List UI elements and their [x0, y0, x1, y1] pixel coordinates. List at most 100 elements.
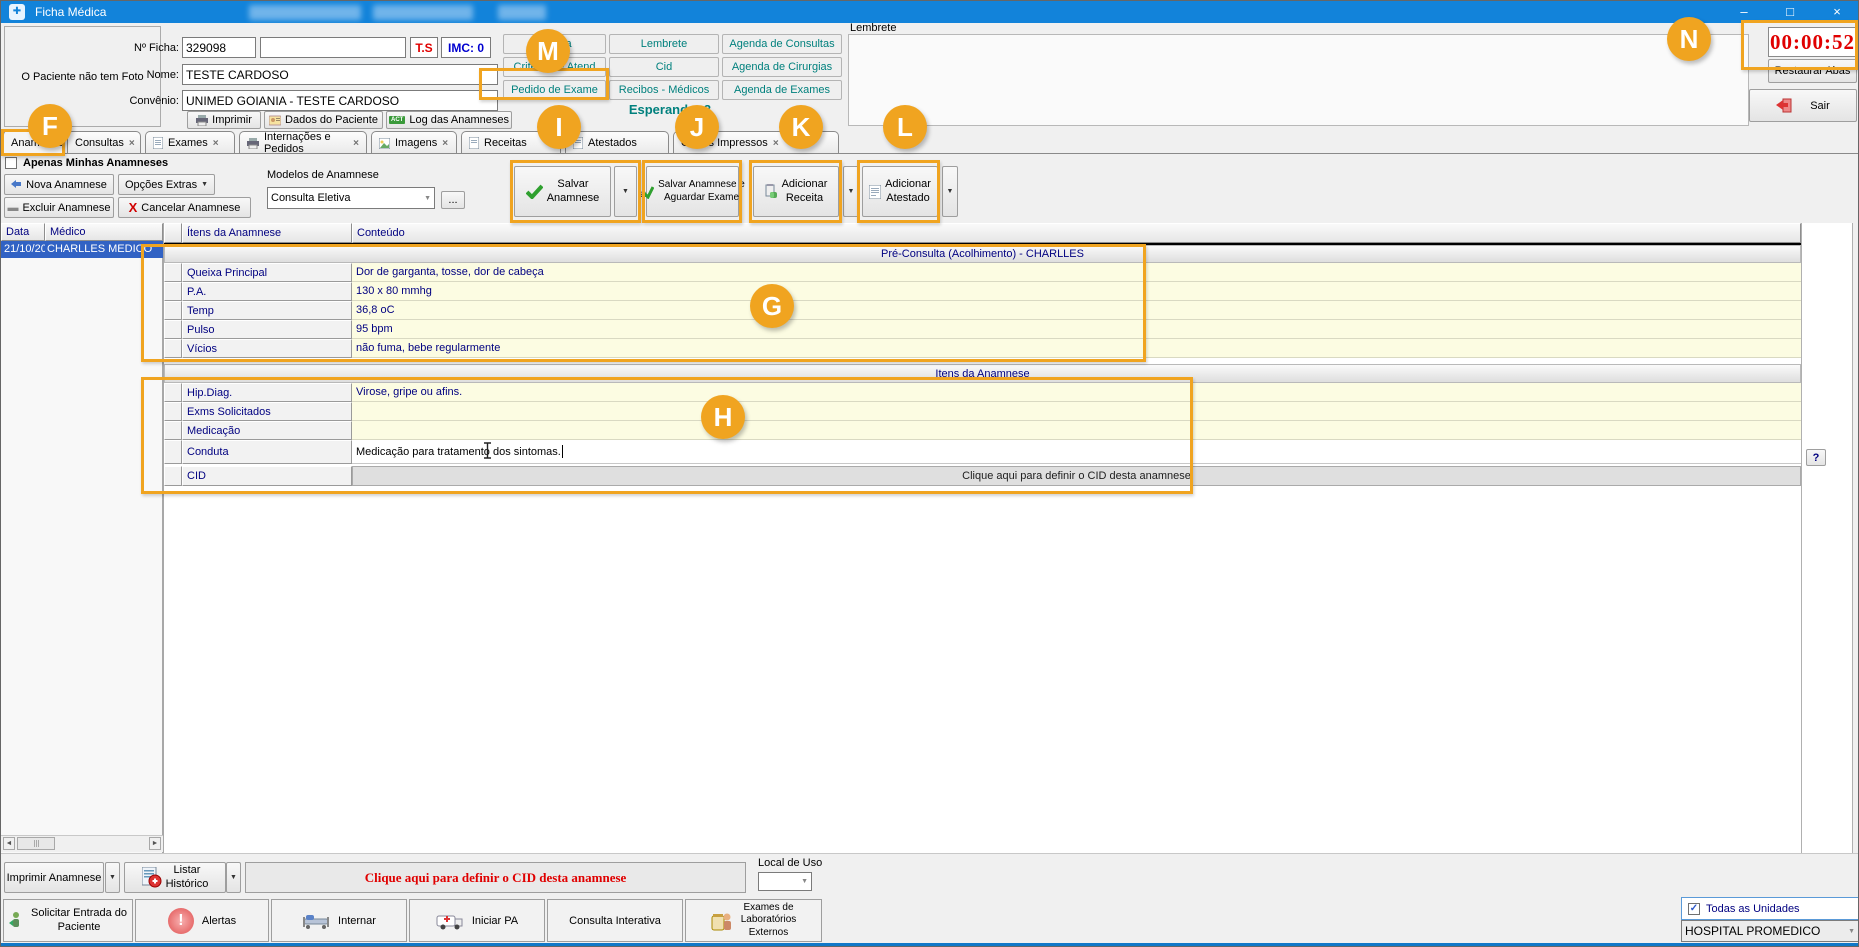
annotation-box-pedido-exame: [479, 68, 609, 100]
lembrete-button[interactable]: Lembrete: [609, 34, 719, 54]
lembrete-panel[interactable]: [848, 34, 1749, 126]
tab-close-icon[interactable]: ×: [442, 138, 448, 149]
browse-modelos-button[interactable]: ...: [441, 191, 465, 209]
annotation-box-adicionar-atestado: [857, 160, 940, 223]
lab-jar-icon: [711, 910, 733, 932]
unidade-select[interactable]: HOSPITAL PROMEDICO ▼: [1681, 920, 1859, 942]
agenda-consultas-button[interactable]: Agenda de Consultas: [722, 34, 842, 54]
chevron-down-icon: ▼: [424, 195, 431, 202]
annotation-box-timer: [1741, 20, 1858, 70]
tab-label: Receitas: [484, 137, 527, 149]
scroll-left-icon[interactable]: ◄: [3, 837, 15, 850]
iniciar-pa-button[interactable]: Iniciar PA: [409, 899, 545, 942]
modelos-label: Modelos de Anamnese: [267, 169, 379, 181]
chevron-down-icon: ▼: [1848, 928, 1855, 935]
table-col-conteudo[interactable]: Conteúdo: [352, 223, 1801, 243]
consulta-interativa-button[interactable]: Consulta Interativa: [547, 899, 683, 942]
tab-consultas[interactable]: Consultas×: [67, 131, 141, 154]
tab-atestados[interactable]: Atestados: [565, 131, 669, 154]
redacted-title-text: [498, 5, 546, 20]
nome-input[interactable]: TESTE CARDOSO: [182, 64, 498, 85]
annotation-marker-h: H: [701, 395, 745, 439]
nova-anamnese-button[interactable]: Nova Anamnese: [4, 174, 114, 195]
imc-badge[interactable]: IMC: 0: [441, 37, 491, 58]
ficha-medica-window: ✚ Ficha Médica – □ × O Paciente não tem …: [0, 0, 1859, 947]
chevron-down-icon: ▼: [109, 874, 116, 881]
dados-paciente-label: Dados do Paciente: [285, 114, 378, 126]
annotation-box-salvar: [510, 160, 641, 223]
todas-unidades-label: Todas as Unidades: [1706, 903, 1800, 915]
tab-close-icon[interactable]: ×: [353, 138, 359, 149]
opcoes-extras-button[interactable]: Opções Extras ▼: [118, 174, 215, 195]
hospital-bed-icon: [302, 911, 330, 931]
history-col-data[interactable]: Data: [1, 223, 45, 241]
agenda-cirurgias-button[interactable]: Agenda de Cirurgias: [722, 57, 842, 77]
nome-label: Nome:: [109, 67, 179, 83]
history-list-panel: [1, 223, 164, 853]
ficha-extra-input[interactable]: [260, 37, 406, 58]
tab-exames[interactable]: Exames×: [145, 131, 235, 154]
internar-button[interactable]: Internar: [271, 899, 407, 942]
todas-unidades-row[interactable]: ✓ Todas as Unidades: [1681, 897, 1859, 920]
lembrete-panel-label: Lembrete: [850, 22, 896, 34]
convenio-input[interactable]: UNIMED GOIANIA - TESTE CARDOSO: [182, 90, 498, 111]
help-button[interactable]: ?: [1806, 449, 1826, 466]
minus-icon: ▬: [7, 202, 18, 214]
log-anamneses-button[interactable]: ACT Log das Anamneses: [386, 111, 512, 129]
modelo-selected-value: Consulta Eletiva: [271, 192, 351, 204]
nova-anamnese-label: Nova Anamnese: [26, 179, 107, 191]
annotation-marker-i: I: [537, 105, 581, 149]
dados-paciente-button[interactable]: Dados do Paciente: [264, 111, 383, 129]
history-row-date: 21/10/20: [1, 241, 45, 258]
ficha-input[interactable]: 329098: [182, 37, 256, 58]
tab-close-icon[interactable]: ×: [773, 138, 779, 149]
chevron-down-icon: ▼: [848, 188, 855, 195]
printer-icon: [196, 115, 208, 126]
listar-historico-button[interactable]: ListarHistórico: [124, 862, 226, 893]
tab-label: Atestados: [588, 137, 637, 149]
table-col-itens[interactable]: Ítens da Anamnese: [182, 223, 352, 243]
sair-button[interactable]: Sair: [1749, 89, 1857, 122]
imprimir-button[interactable]: Imprimir: [187, 111, 261, 129]
tab-close-icon[interactable]: ×: [213, 138, 219, 149]
document-icon: [153, 137, 163, 149]
annotation-marker-k: K: [779, 105, 823, 149]
excluir-anamnese-button[interactable]: ▬ Excluir Anamnese: [4, 197, 114, 218]
modelo-anamnese-select[interactable]: Consulta Eletiva ▼: [267, 187, 435, 209]
scroll-right-icon[interactable]: ►: [149, 837, 161, 850]
tab-label: Imagens: [395, 137, 437, 149]
exames-lab-externos-button[interactable]: Exames deLaboratóriosExternos: [685, 899, 822, 942]
red-x-icon: X: [129, 200, 138, 215]
tab-internacoes-pedidos[interactable]: Internações e Pedidos ×: [239, 131, 367, 154]
tab-close-icon[interactable]: ×: [129, 138, 135, 149]
imprimir-anamnese-dropdown[interactable]: ▼: [105, 862, 120, 893]
listar-historico-dropdown[interactable]: ▼: [226, 862, 241, 893]
alertas-button[interactable]: ! Alertas: [135, 899, 269, 942]
todas-unidades-checkbox[interactable]: ✓: [1688, 903, 1700, 915]
filter-checkbox-row[interactable]: Apenas Minhas Anamneses: [5, 157, 168, 169]
window-title: Ficha Médica: [35, 5, 106, 19]
recibos-medicos-button[interactable]: Recibos - Médicos: [609, 80, 719, 100]
cancelar-anamnese-button[interactable]: X Cancelar Anamnese: [118, 197, 251, 218]
imprimir-anamnese-button[interactable]: Imprimir Anamnese: [4, 862, 104, 893]
define-cid-banner-button[interactable]: Clique aqui para definir o CID desta ana…: [245, 862, 746, 893]
agenda-exames-button[interactable]: Agenda de Exames: [722, 80, 842, 100]
cancelar-anamnese-label: Cancelar Anamnese: [141, 202, 240, 214]
annotation-marker-m: M: [526, 29, 570, 73]
history-row-selected[interactable]: 21/10/20 CHARLLES MEDICO: [1, 241, 163, 258]
tab-imagens[interactable]: Imagens ×: [371, 131, 457, 154]
redacted-title-text: [249, 5, 361, 20]
scrollbar-thumb[interactable]: [17, 837, 55, 850]
tab-label: Internações e Pedidos: [264, 131, 348, 155]
history-col-medico[interactable]: Médico: [45, 223, 163, 241]
cid-button[interactable]: Cid: [609, 57, 719, 77]
new-arrow-icon: [11, 180, 22, 190]
chevron-down-icon: ▼: [801, 878, 808, 885]
chevron-down-icon: ▼: [230, 874, 237, 881]
apenas-minhas-checkbox[interactable]: [5, 157, 17, 169]
history-doc-icon: [142, 867, 162, 889]
local-de-uso-select[interactable]: ▼: [758, 872, 812, 891]
solicitar-entrada-button[interactable]: Solicitar Entrada doPaciente: [3, 899, 133, 942]
adicionar-atestado-dropdown[interactable]: ▼: [942, 166, 958, 217]
ts-badge[interactable]: T.S: [410, 37, 438, 58]
